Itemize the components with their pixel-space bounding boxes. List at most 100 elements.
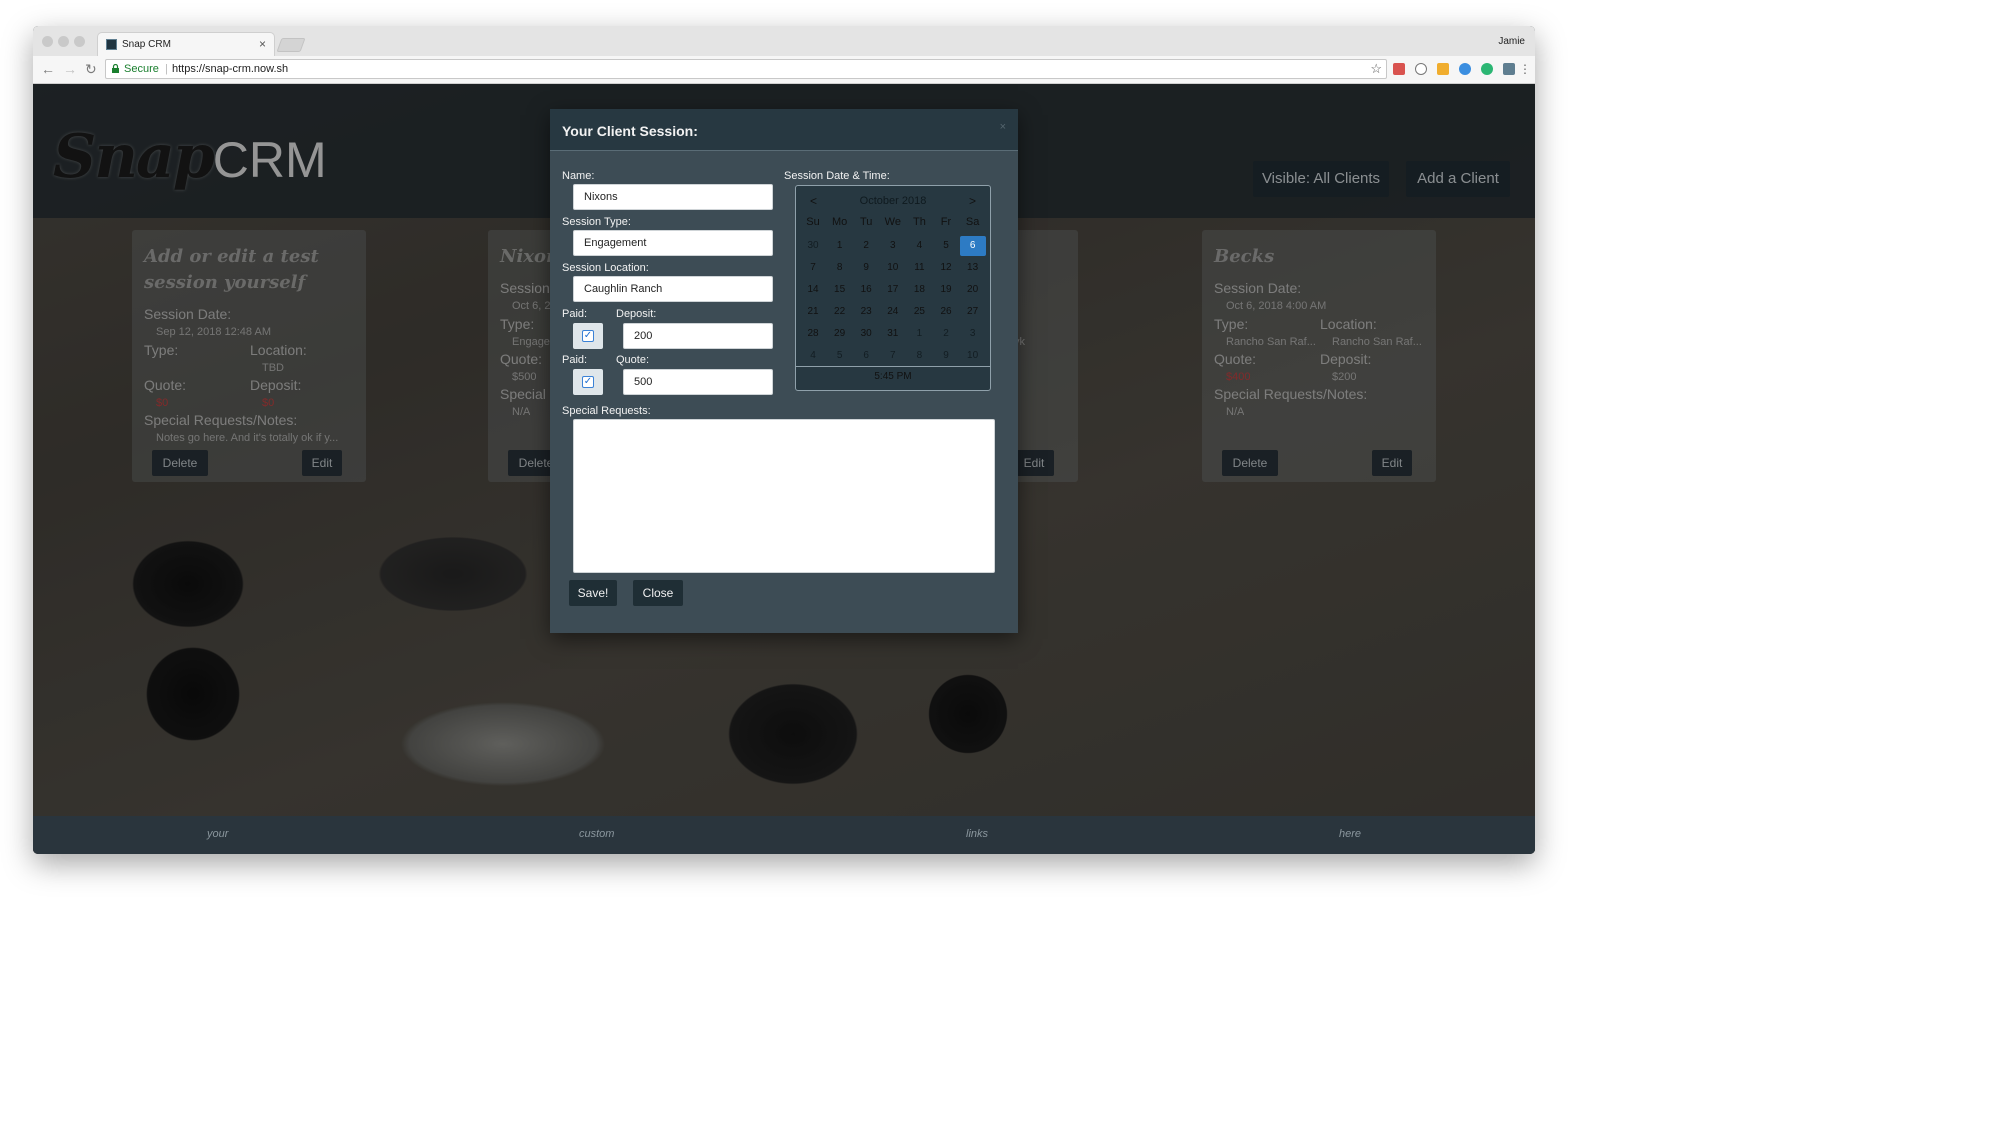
session-location-label: Session Location: — [562, 262, 649, 274]
new-tab-button[interactable] — [276, 38, 306, 52]
calendar-day[interactable]: 30 — [853, 324, 879, 344]
calendar-day[interactable]: 14 — [800, 280, 826, 300]
name-label: Name: — [562, 170, 595, 182]
footer-link[interactable]: links — [966, 828, 988, 840]
calendar-weekday: Sa — [965, 216, 980, 228]
calendar-day[interactable]: 26 — [933, 302, 959, 322]
quote-paid-checkbox[interactable]: ✓ — [582, 376, 594, 388]
calendar-weekday: We — [884, 216, 901, 228]
calendar-day[interactable]: 13 — [960, 258, 986, 278]
quote-paid-checkbox-wrap: ✓ — [573, 369, 603, 395]
calendar-day[interactable]: 18 — [906, 280, 932, 300]
calendar-day[interactable]: 17 — [880, 280, 906, 300]
calendar-next-icon[interactable]: > — [969, 194, 976, 208]
extension-blue-icon[interactable] — [1459, 63, 1471, 75]
reload-icon[interactable]: ↻ — [85, 61, 97, 77]
calendar-time[interactable]: 5:45 PM — [796, 366, 990, 388]
close-button[interactable]: Close — [633, 580, 683, 606]
maximize-window-icon[interactable] — [74, 36, 85, 47]
calendar-day[interactable]: 30 — [800, 236, 826, 256]
calendar-day[interactable]: 8 — [827, 258, 853, 278]
datetime-picker: October 2018 < > Su Mo Tu We Th Fr Sa 30 1 2 3 4 5 6 7… — [795, 185, 991, 391]
calendar-day[interactable]: 25 — [906, 302, 932, 322]
close-window-icon[interactable] — [42, 36, 53, 47]
calendar-day[interactable]: 20 — [960, 280, 986, 300]
calendar-day[interactable]: 27 — [960, 302, 986, 322]
special-requests-label: Special Requests: — [562, 405, 651, 417]
calendar-day[interactable]: 5 — [933, 236, 959, 256]
deposit-paid-checkbox[interactable]: ✓ — [582, 330, 594, 342]
calendar-day[interactable]: 16 — [853, 280, 879, 300]
calendar-day[interactable]: 4 — [906, 236, 932, 256]
session-type-input[interactable] — [573, 230, 773, 256]
calendar-weekday: Su — [806, 216, 820, 228]
minimize-window-icon[interactable] — [58, 36, 69, 47]
footer-link[interactable]: custom — [579, 828, 614, 840]
extension-b-icon[interactable] — [1437, 63, 1449, 75]
calendar-day[interactable]: 15 — [827, 280, 853, 300]
calendar-prev-icon[interactable]: < — [810, 194, 817, 208]
calendar-day[interactable]: 9 — [853, 258, 879, 278]
tab-bar: Snap CRM × Jamie — [33, 26, 1535, 56]
bookmark-star-icon[interactable]: ☆ — [1370, 61, 1382, 77]
session-type-label: Session Type: — [562, 216, 631, 228]
save-button[interactable]: Save! — [569, 580, 617, 606]
tab-close-icon[interactable]: × — [259, 37, 266, 51]
url-separator: | — [165, 63, 168, 75]
calendar-day[interactable]: 12 — [933, 258, 959, 278]
calendar-day[interactable]: 24 — [880, 302, 906, 322]
forward-icon[interactable]: → — [63, 61, 77, 77]
menu-dots-icon[interactable]: ⋮ — [1519, 63, 1531, 75]
calendar-month[interactable]: October 2018 — [796, 195, 990, 207]
calendar-day[interactable]: 23 — [853, 302, 879, 322]
address-bar[interactable]: Secure | https://snap-crm.now.sh ☆ — [105, 59, 1387, 79]
calendar-day[interactable]: 7 — [880, 346, 906, 366]
footer-link[interactable]: here — [1339, 828, 1361, 840]
secure-label: Secure — [124, 63, 159, 75]
calendar-day[interactable]: 1 — [906, 324, 932, 344]
extension-grammarly-icon[interactable] — [1481, 63, 1493, 75]
calendar-day[interactable]: 21 — [800, 302, 826, 322]
calendar-day[interactable]: 28 — [800, 324, 826, 344]
calendar-day[interactable]: 2 — [853, 236, 879, 256]
profile-name[interactable]: Jamie — [1498, 36, 1525, 47]
calendar-day[interactable]: 19 — [933, 280, 959, 300]
calendar-day[interactable]: 3 — [880, 236, 906, 256]
calendar-day[interactable]: 10 — [960, 346, 986, 366]
calendar-day[interactable]: 22 — [827, 302, 853, 322]
footer-link[interactable]: your — [207, 828, 228, 840]
browser-window: Snap CRM × Jamie ← → ↻ Secure | https://… — [33, 26, 1535, 854]
calendar-day[interactable]: 7 — [800, 258, 826, 278]
calendar-day[interactable]: 8 — [906, 346, 932, 366]
calendar-day[interactable]: 2 — [933, 324, 959, 344]
calendar-day[interactable]: 1 — [827, 236, 853, 256]
session-location-input[interactable] — [573, 276, 773, 302]
special-requests-textarea[interactable] — [573, 419, 995, 573]
calendar-day[interactable]: 3 — [960, 324, 986, 344]
calendar-day[interactable]: 31 — [880, 324, 906, 344]
browser-tab[interactable]: Snap CRM × — [97, 32, 275, 56]
calendar-weekday: Fr — [940, 216, 952, 228]
calendar-day[interactable]: 5 — [827, 346, 853, 366]
calendar-day[interactable]: 11 — [906, 258, 932, 278]
calendar-day[interactable]: 6 — [959, 236, 986, 256]
calendar-day[interactable]: 10 — [880, 258, 906, 278]
deposit-input[interactable] — [623, 323, 773, 349]
extension-square-icon[interactable] — [1503, 63, 1515, 75]
quote-input[interactable] — [623, 369, 773, 395]
calendar-day[interactable]: 29 — [827, 324, 853, 344]
tab-title: Snap CRM — [122, 39, 171, 50]
calendar-day[interactable]: 9 — [933, 346, 959, 366]
modal-close-icon[interactable]: × — [1000, 121, 1006, 133]
name-input[interactable] — [573, 184, 773, 210]
url-text[interactable]: https://snap-crm.now.sh — [172, 63, 288, 75]
lock-icon — [112, 64, 119, 73]
calendar-day[interactable]: 6 — [853, 346, 879, 366]
calendar-day[interactable]: 4 — [800, 346, 826, 366]
deposit-paid-checkbox-wrap: ✓ — [573, 323, 603, 349]
page-content: SnapCRM Visible: All Clients Add a Clien… — [33, 84, 1535, 854]
client-session-modal: Your Client Session: × Name: Session Typ… — [550, 109, 1018, 633]
extension-cloud-icon[interactable] — [1415, 63, 1427, 75]
back-icon[interactable]: ← — [41, 61, 55, 77]
extension-lastpass-icon[interactable] — [1393, 63, 1405, 75]
